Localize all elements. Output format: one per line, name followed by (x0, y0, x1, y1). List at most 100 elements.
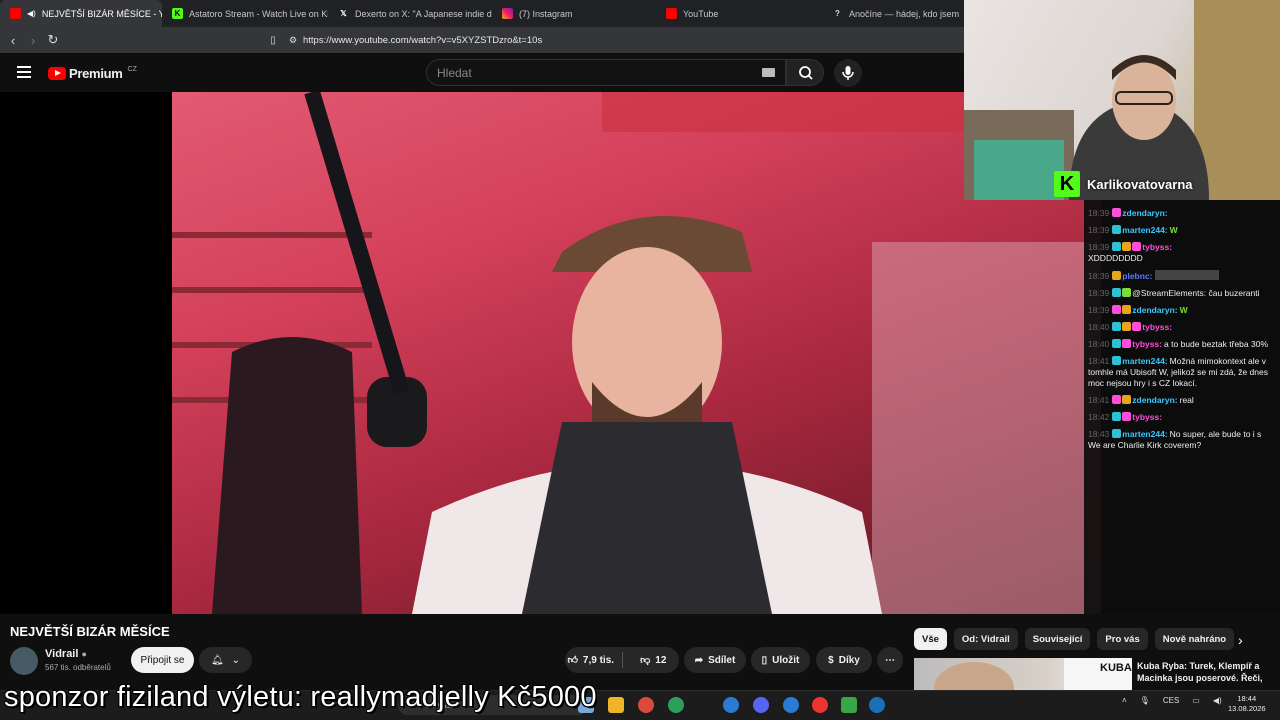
bookmark-icon[interactable]: ▯ (263, 35, 283, 46)
forward-icon[interactable]: › (23, 33, 43, 48)
chat-message: 18:42 tybyss: (1088, 412, 1276, 423)
tab-label: YouTube (683, 8, 719, 19)
instagram-icon (502, 8, 513, 19)
chat-message: 18:39 zdendaryn: W (1088, 305, 1276, 316)
channel-name[interactable]: Vidrail ● (45, 648, 87, 660)
reload-icon[interactable]: ↻ (43, 32, 63, 48)
country-code: CZ (127, 65, 137, 73)
tab-label: Dexerto on X: "A Japanese indie dev (355, 8, 492, 19)
app-icon[interactable] (668, 697, 684, 713)
channel-avatar[interactable] (10, 647, 38, 675)
chip-recently-uploaded[interactable]: Nově nahráno (1154, 628, 1235, 650)
stream-chat: 18:39 zdendaryn: 18:39 marten244: W 18:39 ty… (1084, 200, 1280, 614)
browser-tab-akinator[interactable]: ? Anočíne — hádej, kdo jsem (822, 0, 964, 27)
more-horizontal-icon: ⋯ (885, 654, 895, 666)
chat-username: zdendaryn: (1132, 395, 1178, 405)
microphone-icon (842, 66, 854, 80)
chat-username: tybyss: (1132, 339, 1163, 349)
video-title: NEJVĚTŠÍ BIZÁR MĚSÍCE (10, 624, 170, 639)
search-icon (799, 66, 813, 80)
webcam-frame (964, 0, 1280, 200)
browser-tab-youtube[interactable]: YouTube (656, 0, 822, 27)
network-icon[interactable]: ▭ (1192, 696, 1200, 705)
back-icon[interactable]: ‹ (3, 33, 23, 48)
bell-icon: 🔔︎ (210, 654, 224, 666)
tab-label: (7) Instagram (519, 8, 573, 19)
app-icon[interactable] (812, 697, 828, 713)
youtube-play-icon (48, 67, 66, 80)
chat-message: 18:39 zdendaryn: (1088, 208, 1276, 219)
app-icon[interactable] (723, 697, 739, 713)
chat-message: 18:39 plebnc: (1088, 270, 1276, 282)
language-indicator[interactable]: CES (1163, 696, 1179, 705)
dislike-count: 12 (655, 654, 667, 666)
browser-tab-instagram[interactable]: (7) Instagram (492, 0, 656, 27)
chevron-right-icon[interactable]: › (1238, 632, 1243, 648)
dislike-button[interactable]: 👎︎ 12 (628, 654, 680, 667)
chip-from-channel[interactable]: Od: Vidrail (953, 628, 1018, 650)
chat-text: @StreamElements: čau buzeranti (1132, 288, 1260, 298)
chat-username: marten244: (1122, 225, 1168, 235)
premium-label: Premium (69, 66, 123, 81)
notification-button[interactable]: 🔔︎ ⌄ (199, 647, 252, 673)
divider (621, 652, 623, 668)
streamer-label: K Karlikovatovarna (1054, 171, 1193, 197)
menu-icon[interactable] (17, 66, 31, 78)
chat-timestamp: 18:39 (1088, 208, 1110, 218)
youtube-icon (666, 8, 677, 19)
taskbar-clock[interactable]: 18:44 13.08.2026 (1228, 694, 1266, 714)
browser-tab-youtube-video[interactable]: ◀) NEJVĚTŠÍ BIZÁR MĚSÍCE - Yo ✕ (0, 0, 162, 27)
badge-icon (1122, 412, 1132, 421)
chip-related[interactable]: Související (1024, 628, 1091, 650)
thanks-button[interactable]: $ Díky (816, 647, 872, 673)
badge-icon (1132, 242, 1142, 251)
chat-text: XDDDDDDDD (1088, 253, 1143, 263)
badge-icon (1112, 356, 1122, 365)
folder-icon[interactable] (608, 697, 624, 713)
badge-icon (1112, 339, 1122, 348)
chip-for-you[interactable]: Pro vás (1097, 628, 1148, 650)
steam-icon[interactable] (869, 697, 885, 713)
streamer-name: Karlikovatovarna (1087, 176, 1193, 192)
webcam-feed (964, 0, 1280, 200)
like-button[interactable]: 👍︎ 7,9 tis. (565, 654, 617, 667)
keyboard-icon[interactable] (762, 68, 775, 77)
join-button[interactable]: Připojit se (131, 647, 194, 673)
save-button[interactable]: ▯ Uložit (751, 647, 810, 673)
chat-timestamp: 18:39 (1088, 225, 1110, 235)
emote-icon (1154, 270, 1219, 280)
recommendation-title[interactable]: Kuba Ryba: Turek, Klempíř a Macinka jsou… (1137, 660, 1280, 684)
site-info-icon[interactable]: ⚙ (283, 35, 303, 46)
more-actions-button[interactable]: ⋯ (877, 647, 903, 673)
chat-username: zdendaryn: (1122, 208, 1168, 218)
badge-icon (1112, 429, 1122, 438)
kick-icon: K (172, 8, 183, 19)
video-player[interactable] (172, 92, 1101, 614)
youtube-logo[interactable]: Premium CZ (48, 66, 137, 81)
browser-tab-x[interactable]: 𝕏 Dexerto on X: "A Japanese indie dev (328, 0, 492, 27)
search-button[interactable] (786, 59, 824, 86)
url-field[interactable]: https://www.youtube.com/watch?v=v5XYZSTD… (303, 35, 542, 46)
browser-tab-kick[interactable]: K Astatoro Stream - Watch Live on Kick (162, 0, 328, 27)
chevron-up-icon[interactable]: ˄ (1122, 696, 1127, 705)
share-button[interactable]: ➦ Sdílet (684, 647, 746, 673)
discord-icon[interactable] (753, 697, 769, 713)
chat-timestamp: 18:39 (1088, 242, 1110, 252)
minecraft-icon[interactable] (841, 697, 857, 713)
badge-icon (1112, 412, 1122, 421)
search-box (426, 59, 786, 86)
thumbnail-text: KUBA (1100, 662, 1132, 674)
chat-username: tybyss: (1142, 322, 1173, 332)
search-input[interactable] (437, 65, 737, 80)
voice-search-button[interactable] (834, 59, 862, 87)
chat-timestamp: 18:40 (1088, 322, 1110, 332)
system-tray: ˄ 🎙︎ CES ▭ ◀) (1122, 696, 1222, 705)
chat-username: marten244: (1122, 356, 1168, 366)
emote-icon: W (1179, 305, 1188, 315)
volume-icon[interactable]: ◀) (1213, 696, 1222, 705)
app-icon[interactable] (783, 697, 799, 713)
chat-timestamp: 18:39 (1088, 288, 1110, 298)
chip-all[interactable]: Vše (914, 628, 947, 650)
opera-icon[interactable] (638, 697, 654, 713)
microphone-icon[interactable]: 🎙︎ (1140, 696, 1150, 705)
